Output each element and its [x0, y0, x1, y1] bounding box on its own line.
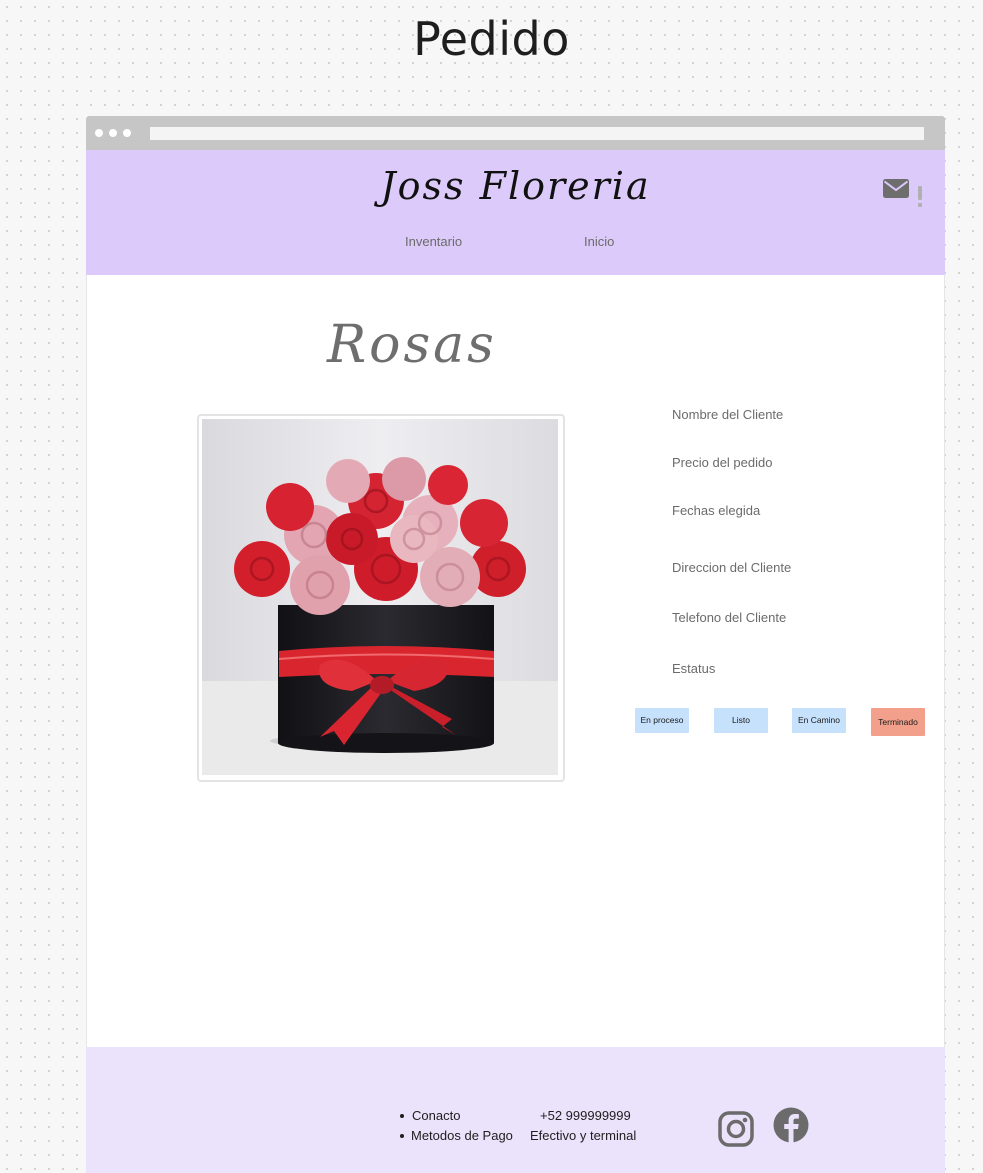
status-en-proceso-button[interactable]: En proceso: [635, 708, 689, 733]
footer-payment-value: Efectivo y terminal: [530, 1128, 637, 1143]
rose-arrangement-photo: [202, 419, 558, 775]
field-customer-phone: Telefono del Cliente: [672, 610, 787, 625]
product-image: [197, 414, 565, 782]
list-bullet: [400, 1134, 404, 1138]
browser-bar: [86, 116, 945, 150]
site-footer: Conacto +52 999999999 Metodos de Pago Ef…: [86, 1047, 945, 1173]
facebook-icon[interactable]: [773, 1107, 809, 1143]
address-bar[interactable]: [150, 127, 924, 140]
instagram-icon[interactable]: [718, 1111, 754, 1147]
window-dot: [109, 129, 117, 137]
site-header: Joss Floreria Inventario Inicio: [86, 150, 945, 275]
product-title: Rosas: [327, 315, 497, 375]
footer-payment-label: Metodos de Pago: [411, 1128, 513, 1143]
field-chosen-date: Fechas elegida: [672, 503, 761, 518]
field-status: Estatus: [672, 661, 716, 676]
main-content: Rosas Nombre del Cliente Precio del pedi…: [86, 275, 945, 1047]
field-customer-name: Nombre del Cliente: [672, 407, 784, 422]
footer-contact-label: Conacto: [412, 1108, 461, 1123]
status-en-camino-button[interactable]: En Camino: [792, 708, 846, 733]
footer-contact-value[interactable]: +52 999999999: [540, 1108, 631, 1123]
window-dot: [123, 129, 131, 137]
field-customer-address: Direccion del Cliente: [672, 560, 792, 575]
nav-link-inventario[interactable]: Inventario: [405, 234, 462, 249]
brand-logo[interactable]: Joss Floreria: [86, 164, 945, 208]
list-bullet: [400, 1114, 404, 1118]
field-order-price: Precio del pedido: [672, 455, 773, 470]
status-listo-button[interactable]: Listo: [714, 708, 768, 733]
page-frame: Joss Floreria Inventario Inicio Rosas No…: [86, 116, 945, 1173]
status-terminado-button[interactable]: Terminado: [871, 708, 925, 736]
board-title: Pedido: [413, 12, 570, 66]
exclamation-icon[interactable]: [917, 186, 923, 208]
nav-link-inicio[interactable]: Inicio: [584, 234, 614, 249]
envelope-icon[interactable]: [883, 179, 909, 198]
window-dot: [95, 129, 103, 137]
